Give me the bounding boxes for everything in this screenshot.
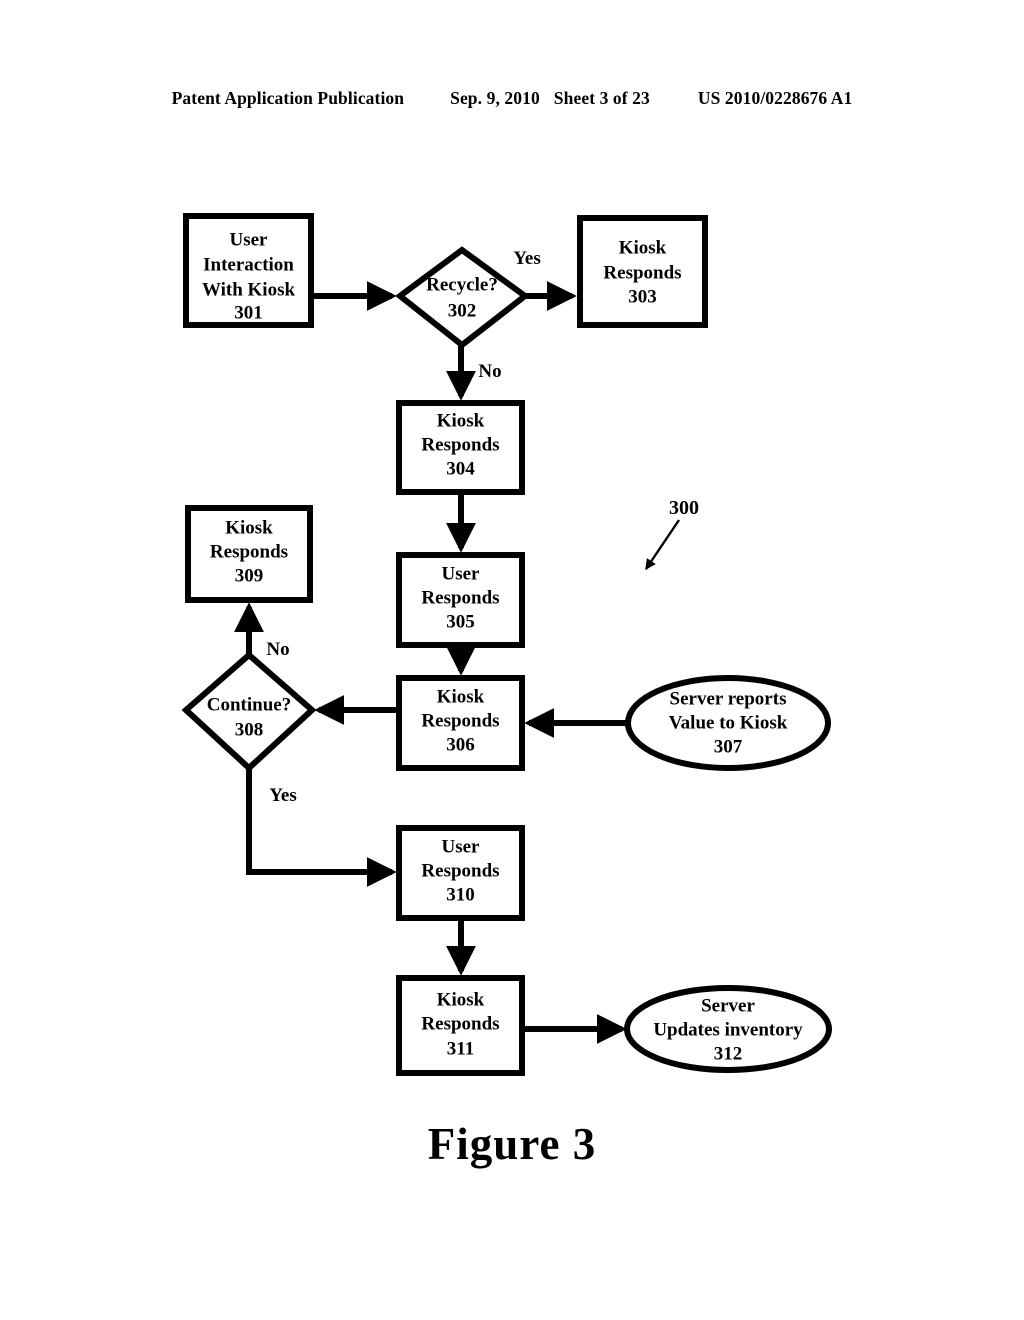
- node-302-line1: Recycle?: [426, 274, 498, 295]
- reference-300-pointer: [645, 519, 680, 570]
- node-304-kiosk-responds[interactable]: Kiosk Responds 304: [396, 400, 525, 495]
- node-308-continue-decision[interactable]: Continue? 308: [181, 651, 317, 773]
- node-310-line1: User: [442, 836, 481, 857]
- node-312-line2: Updates inventory: [653, 1019, 803, 1040]
- node-301-line3: With Kiosk: [202, 279, 296, 300]
- node-306-ref: 306: [446, 734, 475, 755]
- node-303-kiosk-responds[interactable]: Kiosk Responds 303: [577, 215, 708, 328]
- node-310-ref: 310: [446, 884, 475, 905]
- node-303-line2: Responds: [603, 262, 681, 283]
- node-303-line1: Kiosk: [619, 237, 667, 258]
- node-302-shape: [395, 246, 530, 349]
- node-307-ref: 307: [714, 736, 743, 757]
- node-305-ref: 305: [446, 611, 475, 632]
- node-305-line2: Responds: [421, 587, 499, 608]
- node-301-ref: 301: [234, 302, 263, 323]
- node-308-ref: 308: [235, 719, 264, 740]
- node-309-kiosk-responds[interactable]: Kiosk Responds 309: [185, 505, 313, 603]
- node-310-line2: Responds: [421, 860, 499, 881]
- node-307-line1: Server reports: [670, 688, 787, 709]
- edge-label-recycle-yes: Yes: [513, 248, 540, 269]
- node-304-ref: 304: [446, 458, 475, 479]
- node-310-user-responds[interactable]: User Responds 310: [396, 825, 525, 921]
- node-306-line1: Kiosk: [437, 686, 485, 707]
- node-305-user-responds[interactable]: User Responds 305: [396, 552, 525, 648]
- node-307-server-reports-value-to-kiosk[interactable]: Server reports Value to Kiosk 307: [625, 675, 831, 771]
- node-301-line2: Interaction: [203, 254, 294, 275]
- connector-308-yes-to-310: [246, 768, 397, 887]
- diagram-reference-300: 300: [669, 497, 699, 519]
- node-311-line1: Kiosk: [437, 989, 485, 1010]
- node-311-kiosk-responds[interactable]: Kiosk Responds 311: [396, 975, 525, 1076]
- node-311-line2: Responds: [421, 1013, 499, 1034]
- node-306-kiosk-responds[interactable]: Kiosk Responds 306: [396, 675, 525, 771]
- node-309-line2: Responds: [210, 541, 288, 562]
- edge-label-recycle-no: No: [478, 361, 501, 382]
- node-302-ref: 302: [448, 300, 477, 321]
- node-304-line1: Kiosk: [437, 410, 485, 431]
- node-302-recycle-decision[interactable]: Recycle? 302: [395, 246, 530, 349]
- edge-label-continue-yes: Yes: [269, 785, 296, 806]
- node-306-line2: Responds: [421, 710, 499, 731]
- figure-caption: Figure 3: [427, 1119, 597, 1169]
- edge-label-continue-no: No: [266, 639, 289, 660]
- node-307-line2: Value to Kiosk: [669, 712, 788, 733]
- node-308-line1: Continue?: [207, 694, 291, 715]
- node-304-line2: Responds: [421, 434, 499, 455]
- node-309-line1: Kiosk: [225, 517, 273, 538]
- node-301-user-interaction-with-kiosk[interactable]: User Interaction With Kiosk 301: [183, 213, 314, 328]
- node-305-line1: User: [442, 563, 481, 584]
- node-312-ref: 312: [714, 1043, 743, 1064]
- node-311-ref: 311: [447, 1038, 474, 1059]
- node-312-line1: Server: [701, 995, 755, 1016]
- node-309-ref: 309: [235, 565, 264, 586]
- node-301-line1: User: [230, 229, 269, 250]
- node-303-ref: 303: [628, 286, 657, 307]
- node-312-server-updates-inventory[interactable]: Server Updates inventory 312: [624, 985, 832, 1073]
